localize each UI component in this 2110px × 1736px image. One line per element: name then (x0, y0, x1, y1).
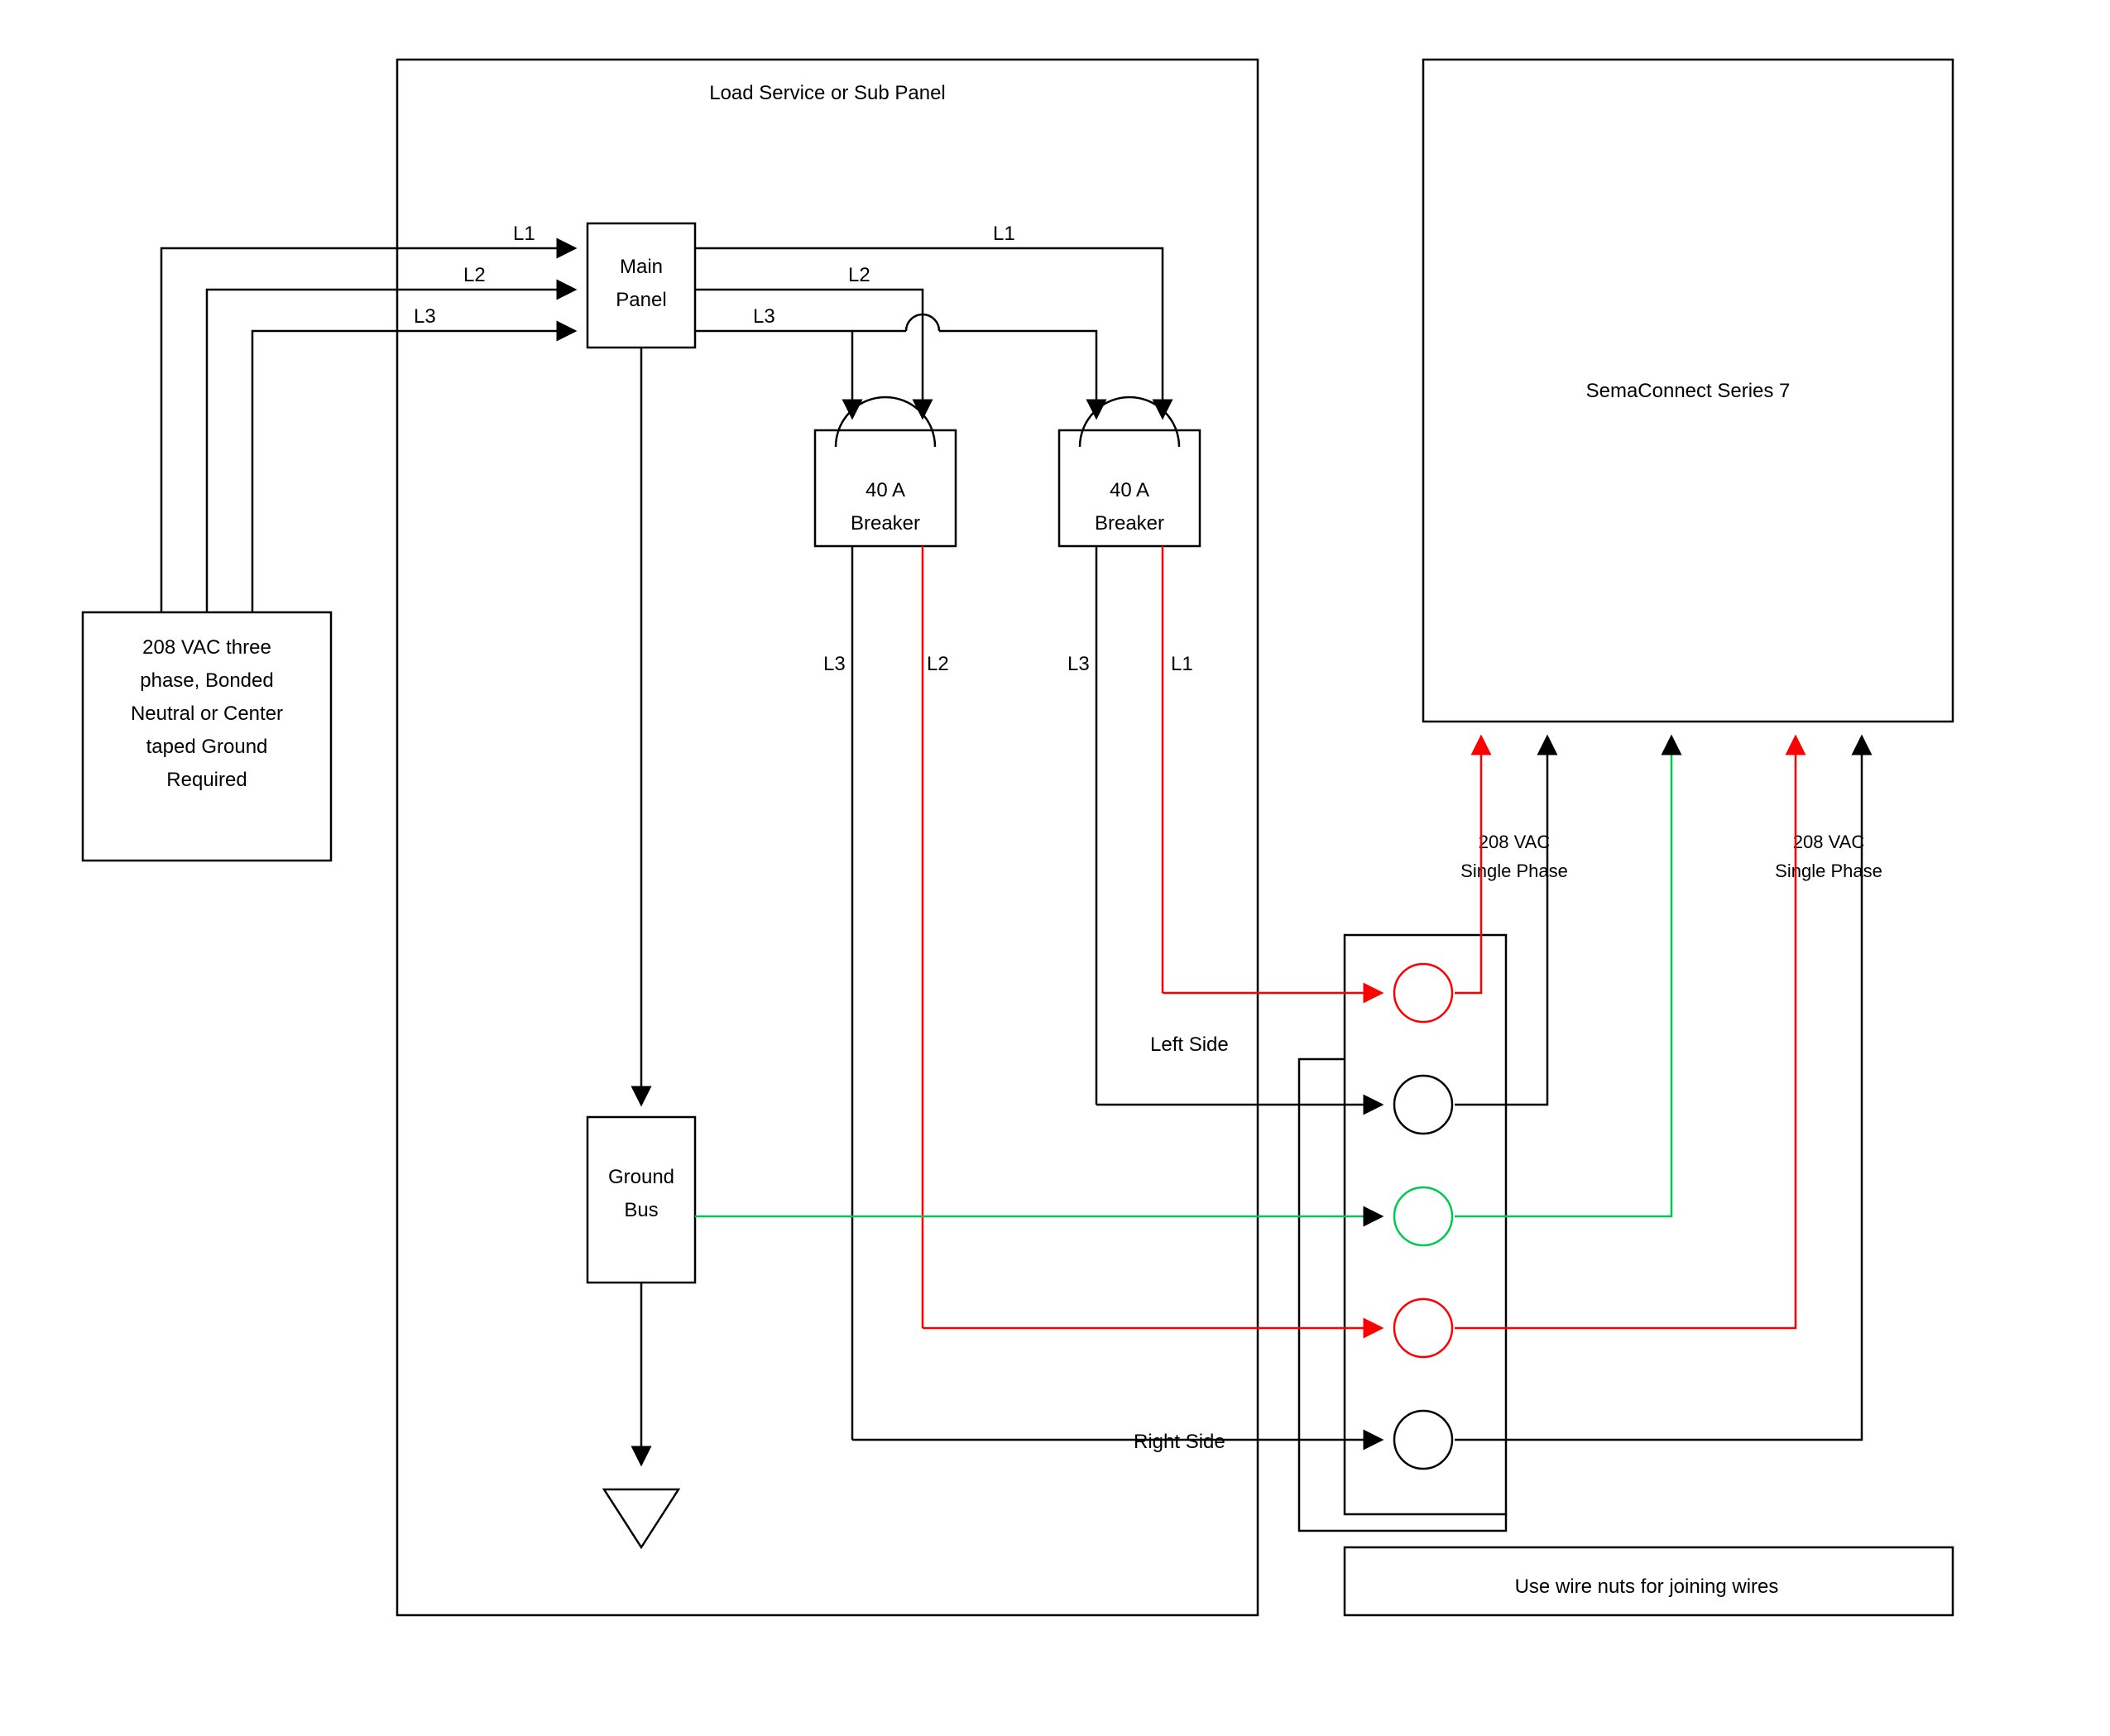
main-panel-box (587, 223, 695, 348)
label-brk1-L2: L2 (927, 653, 949, 675)
vac2-l1: 208 VAC (1793, 832, 1865, 852)
label-L1-in: L1 (513, 223, 535, 245)
label-L3-in: L3 (414, 305, 436, 328)
ground-bus-l1: Ground (608, 1166, 674, 1188)
source-line3: Neutral or Center (131, 703, 283, 725)
note-text: Use wire nuts for joining wires (1515, 1575, 1779, 1598)
label-L2-out: L2 (848, 264, 870, 286)
ground-bus-l2: Bus (624, 1199, 658, 1221)
sub-panel-title: Load Service or Sub Panel (709, 82, 946, 104)
source-line4: taped Ground (146, 736, 268, 758)
vac1-l2: Single Phase (1460, 861, 1568, 881)
label-L1-out: L1 (993, 223, 1015, 245)
wiring-diagram: Load Service or Sub Panel 208 VAC three … (0, 0, 2110, 1736)
left-side-label: Left Side (1150, 1033, 1229, 1056)
source-line5: Required (166, 769, 247, 791)
breaker2-l2: Breaker (1095, 512, 1164, 535)
label-brk2-L1: L1 (1171, 653, 1193, 675)
breaker1-l1: 40 A (866, 479, 905, 501)
breaker2-l1: 40 A (1110, 479, 1149, 501)
vac2-l2: Single Phase (1775, 861, 1882, 881)
label-brk2-L3: L3 (1067, 653, 1090, 675)
right-side-label: Right Side (1134, 1431, 1225, 1453)
label-L3-out: L3 (753, 305, 775, 328)
semaconnect-title: SemaConnect Series 7 (1586, 380, 1791, 402)
breaker1-l2: Breaker (851, 512, 920, 535)
source-line1: 208 VAC three (142, 636, 271, 659)
label-brk1-L3: L3 (823, 653, 846, 675)
vac1-l1: 208 VAC (1479, 832, 1551, 852)
source-line2: phase, Bonded (140, 669, 273, 692)
main-panel-l1: Main (620, 256, 663, 278)
main-panel-l2: Panel (616, 289, 666, 311)
label-L2-in: L2 (463, 264, 486, 286)
sub-panel-box (397, 60, 1258, 1615)
